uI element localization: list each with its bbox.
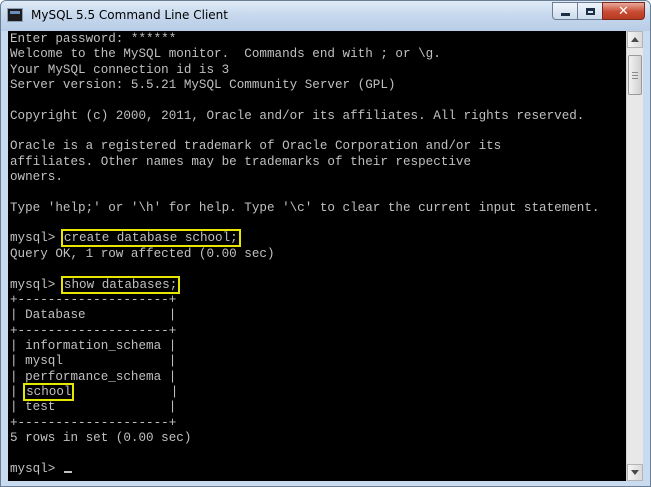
console-output[interactable]: Enter password: ****** Welcome to the MyS… xyxy=(8,31,626,481)
scroll-thumb[interactable] xyxy=(628,55,642,95)
console-line: affiliates. Other names may be trademark… xyxy=(10,155,599,170)
console-text: Type 'help;' or '\h' for help. Type '\c'… xyxy=(10,200,600,215)
mysql-console-icon[interactable] xyxy=(7,8,23,22)
console-lines: Enter password: ****** Welcome to the MyS… xyxy=(10,32,599,477)
console-line: mysql> create database school; xyxy=(10,229,599,248)
window-title: MySQL 5.5 Command Line Client xyxy=(31,8,228,22)
console-text: Query OK, 1 row affected (0.00 sec) xyxy=(10,246,275,261)
scroll-up-button[interactable] xyxy=(627,31,643,48)
console-text: | information_schema | xyxy=(10,338,177,353)
console-window: MySQL 5.5 Command Line Client ✕ Enter pa… xyxy=(0,0,651,487)
scroll-down-button[interactable] xyxy=(627,464,643,481)
console-line: +--------------------+ xyxy=(10,324,599,339)
console-text: Copyright (c) 2000, 2011, Oracle and/or … xyxy=(10,108,585,123)
console-text: Oracle is a registered trademark of Orac… xyxy=(10,139,502,154)
arrow-down-icon xyxy=(631,470,639,475)
console-line: 5 rows in set (0.00 sec) xyxy=(10,431,599,446)
console-line: | test | xyxy=(10,400,599,415)
console-line: | information_schema | xyxy=(10,339,599,354)
highlighted-text: create database school; xyxy=(60,229,241,248)
console-line: +--------------------+ xyxy=(10,293,599,308)
console-text: Server version: 5.5.21 MySQL Community S… xyxy=(10,78,396,93)
window-controls: ✕ xyxy=(552,2,645,20)
console-text: | mysql | xyxy=(10,354,177,369)
console-line: mysql> xyxy=(10,462,599,477)
arrow-up-icon xyxy=(631,37,639,42)
console-line: | mysql | xyxy=(10,354,599,369)
console-line: | school | xyxy=(10,382,599,401)
console-text: | test | xyxy=(10,400,177,415)
highlighted-text: school xyxy=(23,382,75,401)
console-line: Enter password: ****** xyxy=(10,32,599,47)
console-line: Query OK, 1 row affected (0.00 sec) xyxy=(10,247,599,262)
console-text: owners. xyxy=(10,170,63,185)
console-line: Copyright (c) 2000, 2011, Oracle and/or … xyxy=(10,109,599,124)
console-text: affiliates. Other names may be trademark… xyxy=(10,154,472,169)
console-text: +--------------------+ xyxy=(10,415,177,430)
console-text: Your MySQL connection id is 3 xyxy=(10,62,230,77)
console-line: | Database | xyxy=(10,308,599,323)
console-prompt: mysql> xyxy=(10,461,63,476)
console-line: Welcome to the MySQL monitor. Commands e… xyxy=(10,47,599,62)
console-text: +--------------------+ xyxy=(10,323,177,338)
minimize-icon xyxy=(560,12,570,16)
console-text: | Database | xyxy=(10,308,177,323)
console-line: owners. xyxy=(10,170,599,185)
maximize-icon xyxy=(585,7,595,15)
minimize-button[interactable] xyxy=(552,2,578,20)
console-text: | performance_schema | xyxy=(10,369,177,384)
maximize-button[interactable] xyxy=(577,2,603,20)
vertical-scrollbar[interactable] xyxy=(626,31,643,481)
console-line: Server version: 5.5.21 MySQL Community S… xyxy=(10,78,599,93)
console-text: Enter password: ****** xyxy=(10,32,177,46)
console-line: Your MySQL connection id is 3 xyxy=(10,63,599,78)
console-line: mysql> show databases; xyxy=(10,275,599,294)
close-button[interactable]: ✕ xyxy=(602,2,645,20)
console-line: Oracle is a registered trademark of Orac… xyxy=(10,139,599,154)
console-prompt: mysql> xyxy=(10,277,63,292)
console-prompt: mysql> xyxy=(10,231,63,246)
highlighted-text: show databases; xyxy=(60,275,181,294)
console-text: | xyxy=(72,384,179,399)
console-line: +--------------------+ xyxy=(10,416,599,431)
console-prompt: | xyxy=(10,384,26,399)
text-cursor xyxy=(63,470,72,473)
console-text: +--------------------+ xyxy=(10,292,177,307)
console-line: | performance_schema | xyxy=(10,370,599,385)
console-line: Type 'help;' or '\h' for help. Type '\c'… xyxy=(10,201,599,216)
title-bar[interactable]: MySQL 5.5 Command Line Client ✕ xyxy=(1,1,650,31)
console-text: 5 rows in set (0.00 sec) xyxy=(10,430,192,445)
close-icon: ✕ xyxy=(618,3,629,19)
console-text: Welcome to the MySQL monitor. Commands e… xyxy=(10,47,441,62)
